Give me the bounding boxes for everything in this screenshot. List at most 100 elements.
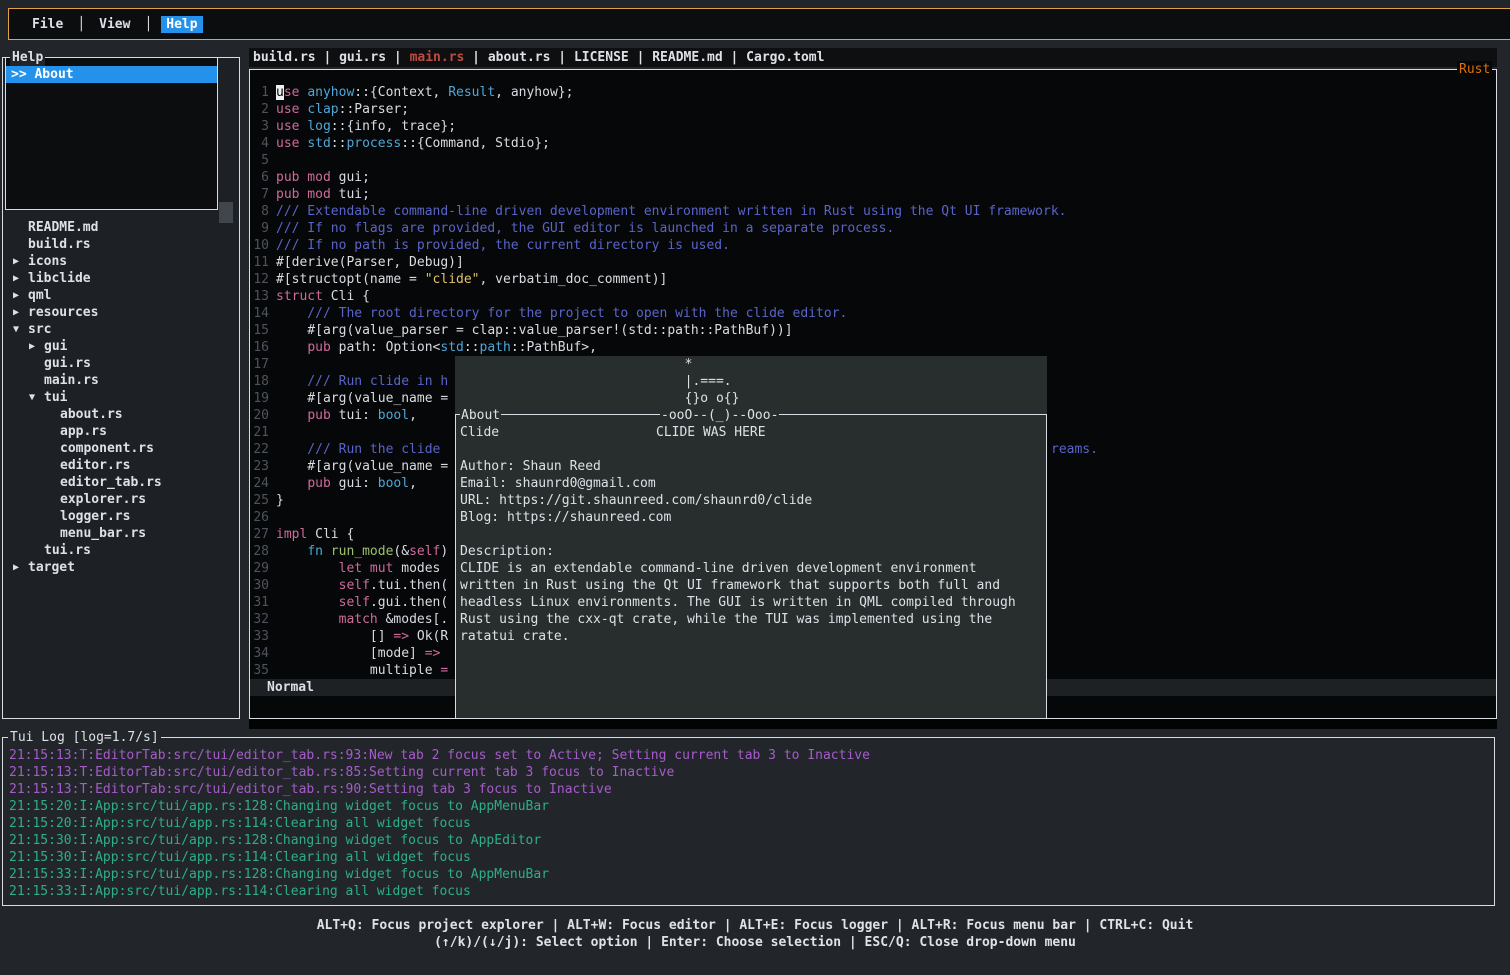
code-token: /// The root directory for the project t… — [276, 306, 847, 321]
code-token: struct — [276, 289, 323, 304]
explorer-item-main.rs[interactable]: main.rs — [29, 372, 99, 389]
code-token: pub — [307, 408, 330, 423]
keybinding-hints-line2: (↑/k)/(↓/j): Select option | Enter: Choo… — [0, 934, 1510, 951]
code-line-5[interactable]: 5 — [250, 152, 1496, 169]
line-number: 1 — [250, 84, 269, 101]
explorer-item-editor.rs[interactable]: editor.rs — [45, 457, 130, 474]
code-token: ::Parser; — [339, 102, 409, 117]
menu-item-help[interactable]: Help — [161, 16, 202, 33]
explorer-item-editor_tab.rs[interactable]: editor_tab.rs — [45, 474, 162, 491]
code-token: use — [276, 102, 299, 117]
chevron-down-icon[interactable]: ▼ — [13, 321, 28, 338]
menu-item-file[interactable]: File — [27, 16, 68, 33]
chevron-down-icon[interactable]: ▼ — [29, 389, 44, 406]
explorer-item-label: qml — [28, 288, 51, 303]
code-token: clap — [307, 102, 338, 117]
dropdown-item-about[interactable]: >> About — [6, 66, 217, 83]
code-line-1[interactable]: 1use anyhow::{Context, Result, anyhow}; — [250, 84, 1496, 101]
explorer-item-target[interactable]: ▶target — [13, 559, 75, 576]
menu-items: File│View│Help — [27, 16, 203, 33]
explorer-item-README.md[interactable]: README.md — [13, 219, 98, 236]
explorer-item-libclide[interactable]: ▶libclide — [13, 270, 91, 287]
tab-gui.rs[interactable]: gui.rs — [339, 50, 386, 65]
chevron-right-icon[interactable]: ▶ — [13, 253, 28, 270]
chevron-right-icon[interactable]: ▶ — [13, 287, 28, 304]
code-line-9[interactable]: 9/// If no flags are provided, the GUI e… — [250, 220, 1496, 237]
line-number: 33 — [250, 628, 269, 645]
explorer-item-app.rs[interactable]: app.rs — [45, 423, 107, 440]
explorer-item-menu_bar.rs[interactable]: menu_bar.rs — [45, 525, 146, 542]
code-line-15[interactable]: 15 #[arg(value_parser = clap::value_pars… — [250, 322, 1496, 339]
code-line-13[interactable]: 13struct Cli { — [250, 288, 1496, 305]
explorer-item-resources[interactable]: ▶resources — [13, 304, 98, 321]
explorer-item-label: about.rs — [60, 407, 123, 422]
code-line-12[interactable]: 12#[structopt(name = "clide", verbatim_d… — [250, 271, 1496, 288]
code-line-10[interactable]: 10/// If no path is provided, the curren… — [250, 237, 1496, 254]
line-number: 34 — [250, 645, 269, 662]
line-number: 31 — [250, 594, 269, 611]
line-number: 2 — [250, 101, 269, 118]
chevron-right-icon[interactable]: ▶ — [29, 338, 44, 355]
log-entry: 21:15:33:I:App:src/tui/app.rs:114:Cleari… — [9, 883, 471, 900]
code-token: :: — [464, 340, 480, 355]
code-token: /// If no flags are provided, the GUI ed… — [276, 221, 894, 236]
code-line-3[interactable]: 3use log::{info, trace}; — [250, 118, 1496, 135]
code-token: #[arg(value_name = — [276, 391, 448, 406]
tab-about.rs[interactable]: about.rs — [488, 50, 551, 65]
code-token: ) — [440, 544, 448, 559]
explorer-item-gui[interactable]: ▶gui — [29, 338, 67, 355]
chevron-right-icon[interactable]: ▶ — [13, 270, 28, 287]
code-token: self — [409, 544, 440, 559]
code-line-4[interactable]: 4use std::process::{Command, Stdio}; — [250, 135, 1496, 152]
chevron-right-icon[interactable]: ▶ — [13, 559, 28, 576]
code-token: => — [425, 646, 441, 661]
explorer-item-explorer.rs[interactable]: explorer.rs — [45, 491, 146, 508]
code-token-tail: reams. — [1051, 441, 1098, 458]
code-line-6[interactable]: 6pub mod gui; — [250, 169, 1496, 186]
code-line-2[interactable]: 2 use clap::Parser; — [250, 101, 1496, 118]
menu-item-view[interactable]: View — [94, 16, 135, 33]
code-token: .gui.then( — [370, 595, 448, 610]
chevron-right-icon[interactable]: ▶ — [13, 304, 28, 321]
menu-separator: │ — [144, 16, 152, 33]
tab-README.md[interactable]: README.md — [652, 50, 722, 65]
code-token: /// Extendable command-line driven devel… — [276, 204, 1067, 219]
code-line-8[interactable]: 8/// Extendable command-line driven deve… — [250, 203, 1496, 220]
tab-separator: | — [464, 50, 487, 65]
explorer-item-icons[interactable]: ▶icons — [13, 253, 67, 270]
code-token — [440, 646, 448, 661]
explorer-item-logger.rs[interactable]: logger.rs — [45, 508, 130, 525]
code-line-16[interactable]: 16 pub path: Option<std::path::PathBuf>, — [250, 339, 1496, 356]
explorer-item-about.rs[interactable]: about.rs — [45, 406, 123, 423]
tab-separator: | — [723, 50, 746, 65]
explorer-scrollbar-thumb[interactable] — [219, 202, 233, 223]
tab-separator: | — [386, 50, 409, 65]
explorer-item-tui.rs[interactable]: tui.rs — [29, 542, 91, 559]
code-token: Cli { — [323, 289, 370, 304]
tab-LICENSE[interactable]: LICENSE — [574, 50, 629, 65]
code-line-7[interactable]: 7pub mod tui; — [250, 186, 1496, 203]
code-token: ::PathBuf>, — [511, 340, 597, 355]
explorer-item-build.rs[interactable]: build.rs — [13, 236, 91, 253]
code-token — [323, 544, 331, 559]
explorer-item-label: tui.rs — [44, 543, 91, 558]
line-number: 18 — [250, 373, 269, 390]
code-line-14[interactable]: 14 /// The root directory for the projec… — [250, 305, 1496, 322]
tab-separator: | — [550, 50, 573, 65]
explorer-item-component.rs[interactable]: component.rs — [45, 440, 154, 457]
code-token: /// Run clide in h — [276, 374, 448, 389]
code-line-11[interactable]: 11#[derive(Parser, Debug)] — [250, 254, 1496, 271]
tab-build.rs[interactable]: build.rs — [253, 50, 316, 65]
log-panel-title: Tui Log [log=1.7/s] — [8, 729, 161, 746]
tab-Cargo.toml[interactable]: Cargo.toml — [746, 50, 824, 65]
explorer-item-gui.rs[interactable]: gui.rs — [29, 355, 91, 372]
tab-main.rs[interactable]: main.rs — [410, 50, 465, 65]
explorer-item-tui[interactable]: ▼tui — [29, 389, 67, 406]
explorer-item-qml[interactable]: ▶qml — [13, 287, 51, 304]
line-number: 27 — [250, 526, 269, 543]
explorer-item-src[interactable]: ▼src — [13, 321, 51, 338]
about-dialog-line: URL: https://git.shaunreed.com/shaunrd0/… — [460, 492, 812, 509]
menu-bar: File│View│Help — [8, 8, 1510, 40]
code-token — [276, 595, 339, 610]
line-number: 25 — [250, 492, 269, 509]
